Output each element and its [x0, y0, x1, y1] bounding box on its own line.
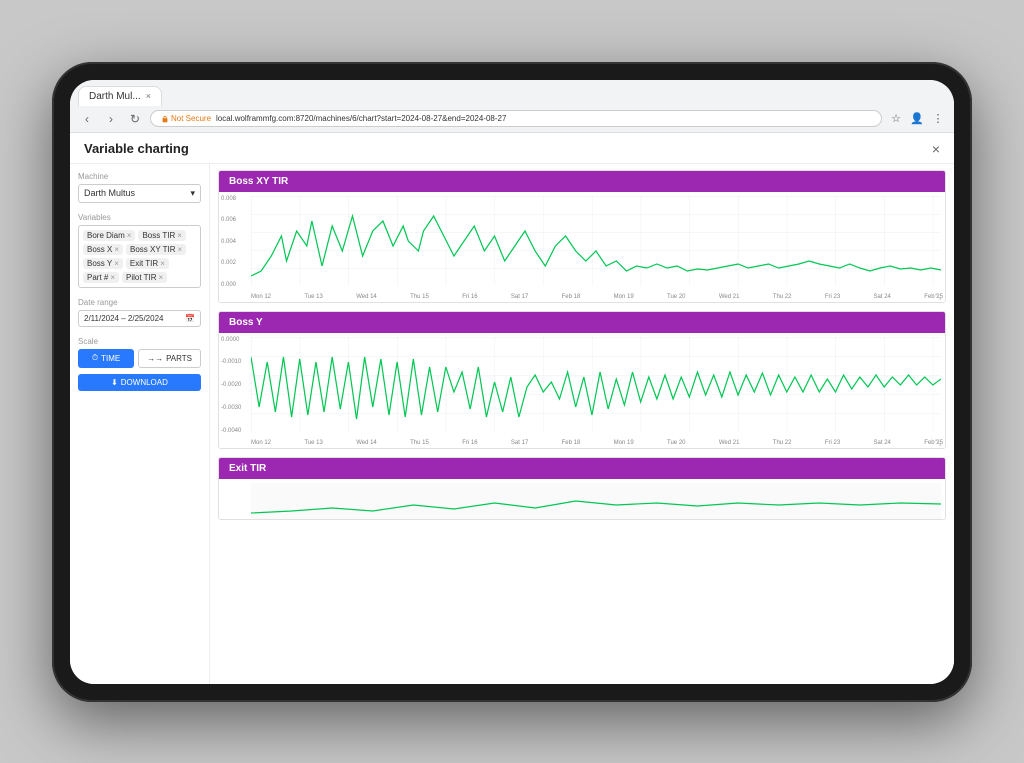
chart-exit-tir-body: [219, 479, 945, 519]
browser-toolbar: ‹ › ↻ Not Secure local.wolframmfg.com:87…: [70, 106, 954, 132]
chart-boss-xy-tir-header: Boss XY TIR: [219, 171, 945, 192]
chart-svg-exit-tir: [251, 483, 941, 519]
tag-remove-icon[interactable]: ×: [177, 231, 182, 240]
chart-boss-y: Boss Y 0.0000 -0.0010 -0.0020 -0.0030 -0…: [218, 311, 946, 449]
app-content: Variable charting × Machine Darth Multus…: [70, 133, 954, 684]
tag-remove-icon[interactable]: ×: [127, 231, 132, 240]
tag-label: Boss Y: [87, 259, 112, 268]
tag-remove-icon[interactable]: ×: [110, 273, 115, 282]
machine-dropdown-icon: ▾: [190, 188, 195, 199]
parts-button[interactable]: →→ PARTS: [138, 349, 201, 368]
browser-tab-active[interactable]: Darth Mul... ×: [78, 86, 162, 106]
tag-remove-icon[interactable]: ×: [114, 245, 119, 254]
tablet-screen: Darth Mul... × ‹ › ↻ Not Secure local.wo…: [70, 80, 954, 684]
date-range-value: 2/11/2024 – 2/25/2024: [84, 314, 163, 323]
tag-boss-y[interactable]: Boss Y ×: [83, 258, 123, 269]
resize-handle-boss-y[interactable]: ⤡: [935, 438, 943, 446]
tag-label: Exit TIR: [130, 259, 158, 268]
variables-section: Variables Bore Diam × Boss TIR ×: [78, 213, 201, 288]
tag-pilot-tir[interactable]: Pilot TIR ×: [122, 272, 167, 283]
tag-label: Pilot TIR: [126, 273, 157, 282]
tag-label: Boss XY TIR: [130, 245, 176, 254]
tag-label: Boss X: [87, 245, 112, 254]
app-header: Variable charting ×: [70, 133, 954, 164]
browser-chrome: Darth Mul... × ‹ › ↻ Not Secure local.wo…: [70, 80, 954, 133]
tag-label: Part #: [87, 273, 108, 282]
chart-svg-boss-y: [251, 337, 941, 432]
x-axis-boss-xy-tir: Mon 12 Tue 13 Wed 14 Thu 15 Fri 16 Sat 1…: [251, 294, 943, 300]
tablet-frame: Darth Mul... × ‹ › ↻ Not Secure local.wo…: [52, 62, 972, 702]
chart-exit-tir: Exit TIR: [218, 457, 946, 520]
tag-boss-xy-tir[interactable]: Boss XY TIR ×: [126, 244, 186, 255]
menu-icon[interactable]: ⋮: [930, 111, 946, 127]
download-icon: ⬇: [111, 378, 118, 387]
y-axis-boss-y: 0.0000 -0.0010 -0.0020 -0.0030 -0.0040: [221, 337, 249, 434]
tag-boss-x[interactable]: Boss X ×: [83, 244, 123, 255]
tag-remove-icon[interactable]: ×: [159, 273, 164, 282]
profile-icon[interactable]: 👤: [909, 111, 925, 127]
download-button[interactable]: ⬇ DOWNLOAD: [78, 374, 201, 391]
charts-area: Boss XY TIR 0.008 0.006 0.004 0.002 0.00…: [210, 164, 954, 684]
chart-svg-boss-xy-tir: [251, 196, 941, 286]
not-secure-indicator: Not Secure: [161, 114, 211, 123]
chart-boss-y-body: 0.0000 -0.0010 -0.0020 -0.0030 -0.0040: [219, 333, 945, 448]
date-range-label: Date range: [78, 298, 201, 307]
chart-boss-xy-tir-body: 0.008 0.006 0.004 0.002 0.000: [219, 192, 945, 302]
close-button[interactable]: ×: [932, 141, 940, 157]
calendar-icon: 📅: [185, 314, 195, 323]
tab-close-btn[interactable]: ×: [146, 91, 151, 101]
machine-value: Darth Multus: [84, 188, 135, 198]
tag-exit-tir[interactable]: Exit TIR ×: [126, 258, 169, 269]
y-axis-boss-xy-tir: 0.008 0.006 0.004 0.002 0.000: [221, 196, 249, 288]
tag-boss-tir[interactable]: Boss TIR ×: [138, 230, 185, 241]
scale-label: Scale: [78, 337, 201, 346]
scale-buttons: ⏱ TIME →→ PARTS: [78, 349, 201, 368]
sidebar: Machine Darth Multus ▾ Variables Bore Di…: [70, 164, 210, 684]
tab-title: Darth Mul...: [89, 91, 141, 102]
browser-tabs: Darth Mul... ×: [70, 80, 954, 106]
chart-boss-y-header: Boss Y: [219, 312, 945, 333]
tag-remove-icon[interactable]: ×: [178, 245, 183, 254]
scale-section: Scale ⏱ TIME →→ PARTS ⬇: [78, 337, 201, 391]
lock-icon: [161, 115, 169, 123]
refresh-button[interactable]: ↻: [126, 110, 144, 128]
bookmark-icon[interactable]: ☆: [888, 111, 904, 127]
tag-remove-icon[interactable]: ×: [160, 259, 165, 268]
machine-section: Machine Darth Multus ▾: [78, 172, 201, 203]
app-body: Machine Darth Multus ▾ Variables Bore Di…: [70, 164, 954, 684]
forward-button[interactable]: ›: [102, 110, 120, 128]
time-button[interactable]: ⏱ TIME: [78, 349, 134, 368]
browser-actions: ☆ 👤 ⋮: [888, 111, 946, 127]
parts-icon: →→: [147, 354, 163, 363]
date-range-input[interactable]: 2/11/2024 – 2/25/2024 📅: [78, 310, 201, 327]
resize-handle-boss-xy-tir[interactable]: ⤡: [935, 292, 943, 300]
variable-tags-container[interactable]: Bore Diam × Boss TIR × Boss X ×: [78, 225, 201, 288]
machine-select[interactable]: Darth Multus ▾: [78, 184, 201, 203]
tag-label: Boss TIR: [142, 231, 175, 240]
tag-bore-diam[interactable]: Bore Diam ×: [83, 230, 135, 241]
machine-label: Machine: [78, 172, 201, 181]
url-text: local.wolframmfg.com:8720/machines/6/cha…: [216, 114, 506, 123]
back-button[interactable]: ‹: [78, 110, 96, 128]
tag-remove-icon[interactable]: ×: [114, 259, 119, 268]
tag-part-num[interactable]: Part # ×: [83, 272, 119, 283]
address-bar[interactable]: Not Secure local.wolframmfg.com:8720/mac…: [150, 110, 882, 127]
chart-exit-tir-header: Exit TIR: [219, 458, 945, 479]
variables-label: Variables: [78, 213, 201, 222]
x-axis-boss-y: Mon 12 Tue 13 Wed 14 Thu 15 Fri 16 Sat 1…: [251, 440, 943, 446]
chart-boss-xy-tir: Boss XY TIR 0.008 0.006 0.004 0.002 0.00…: [218, 170, 946, 303]
date-range-section: Date range 2/11/2024 – 2/25/2024 📅: [78, 298, 201, 327]
page-title: Variable charting: [84, 141, 189, 156]
tag-label: Bore Diam: [87, 231, 125, 240]
time-icon: ⏱: [92, 353, 98, 363]
